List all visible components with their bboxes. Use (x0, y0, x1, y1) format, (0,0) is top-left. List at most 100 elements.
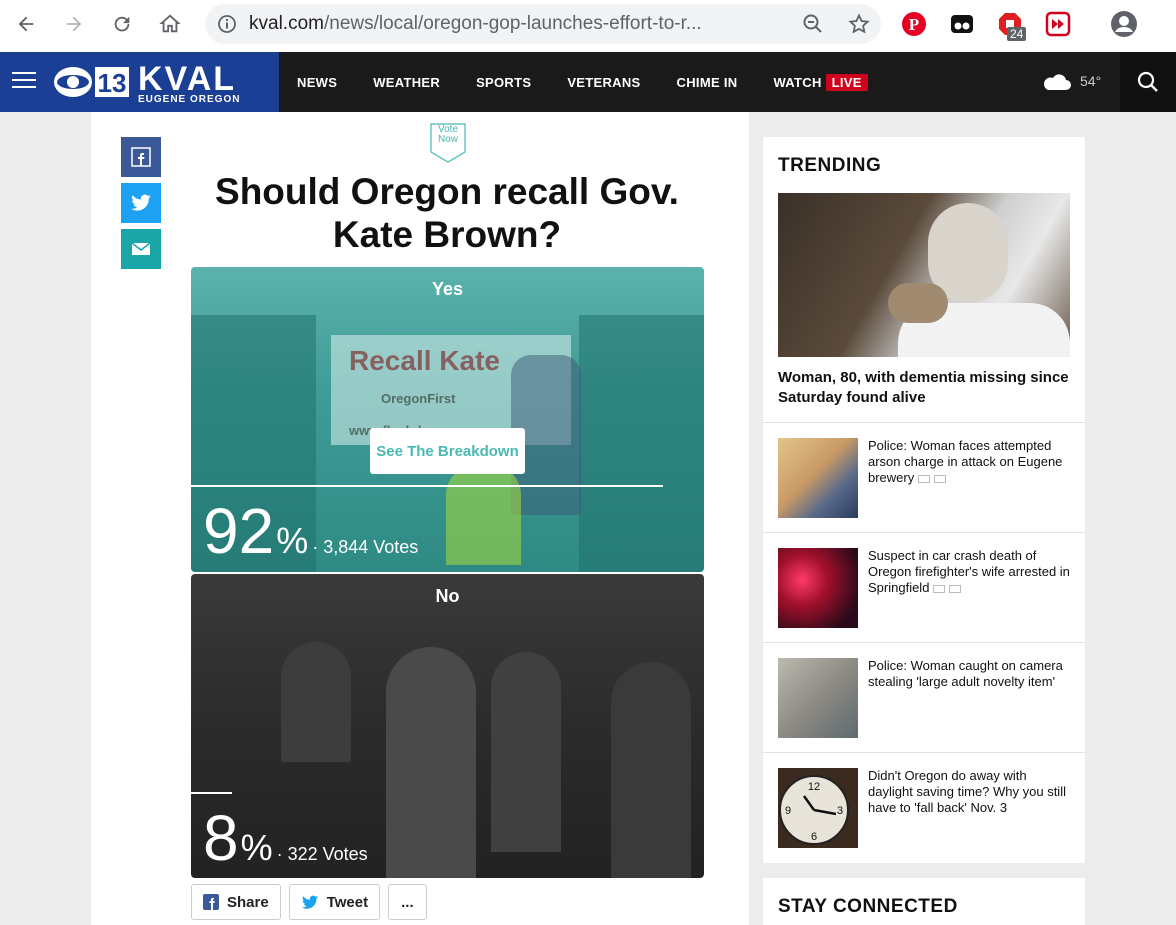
cloud-icon (1044, 74, 1071, 90)
poll-share-row: Share Tweet ... (191, 884, 427, 920)
forward-icon[interactable] (54, 4, 94, 44)
no-percent-sign: % (240, 827, 273, 868)
tweet-label: Tweet (326, 893, 369, 911)
main-nav: NEWS WEATHER SPORTS VETERANS CHIME IN WA… (297, 52, 868, 112)
site-header: 13 KVAL EUGENE OREGON NEWS WEATHER SPORT… (0, 52, 1176, 112)
twitter-share-button[interactable] (121, 183, 161, 223)
trending-hero-image[interactable] (778, 193, 1070, 357)
trending-headline: Suspect in car crash death of Oregon fir… (868, 548, 1070, 596)
gallery-icon (949, 584, 962, 593)
site-search-button[interactable] (1120, 52, 1176, 112)
url-text: kval.com/news/local/oregon-gop-launches-… (249, 13, 769, 35)
poll-facebook-share-button[interactable]: Share (191, 884, 281, 920)
nav-watch[interactable]: WATCH LIVE (773, 73, 868, 91)
sign-line2: OregonFirst (381, 391, 456, 406)
facebook-share-button[interactable] (121, 137, 161, 177)
trending-thumbnail (778, 438, 858, 518)
option-label: Yes (431, 279, 464, 299)
clock-icon: 12 3 6 9 (779, 775, 849, 845)
vote-now-tag: Vote Now (429, 122, 467, 164)
stay-connected-title: STAY CONNECTED (778, 896, 958, 917)
yes-result: 92 % · 3,844 Votes (203, 499, 418, 563)
forward-extension-icon[interactable] (1044, 10, 1072, 38)
trending-item[interactable]: 12 3 6 9 Didn't Oregon do away with dayligh… (778, 768, 1070, 848)
trending-title: TRENDING (778, 155, 882, 176)
logo-text: KVAL (138, 60, 237, 98)
vote-tag-line2: Now (437, 134, 458, 145)
trending-headline-text: Suspect in car crash death of Oregon fir… (868, 548, 1070, 595)
twitter-icon (131, 194, 151, 211)
more-label: ... (401, 893, 414, 911)
trending-thumbnail: 12 3 6 9 (778, 768, 858, 848)
no-percent: 8 (203, 802, 239, 874)
site-info-icon[interactable] (205, 14, 249, 34)
pinterest-extension-icon[interactable]: P (900, 10, 928, 38)
stay-connected-panel: STAY CONNECTED (763, 878, 1085, 925)
trending-thumbnail (778, 548, 858, 628)
poll-title: Should Oregon recall Gov. Kate Brown? (215, 171, 679, 255)
bookmark-star-icon[interactable] (847, 12, 871, 41)
poll-more-button[interactable]: ... (388, 884, 427, 920)
video-icon (933, 584, 946, 593)
address-bar[interactable]: kval.com/news/local/oregon-gop-launches-… (205, 4, 881, 44)
home-icon[interactable] (150, 4, 190, 44)
nav-veterans[interactable]: VETERANS (567, 75, 640, 90)
svg-text:13: 13 (98, 68, 127, 98)
nav-sports[interactable]: SPORTS (476, 75, 531, 90)
url-host: kval.com (249, 13, 324, 34)
poll-tweet-button[interactable]: Tweet (288, 884, 381, 920)
poll-option-yes[interactable]: Yes Recall Kate OregonFirst www.flushdow… (191, 267, 704, 572)
trending-item[interactable]: Police: Woman faces attempted arson char… (778, 438, 1070, 518)
yes-progress-bar (191, 485, 663, 487)
nav-weather[interactable]: WEATHER (373, 75, 440, 90)
nav-chime-in[interactable]: CHIME IN (677, 75, 738, 90)
weather-widget[interactable]: 54° (1040, 70, 1101, 92)
svg-text:P: P (909, 15, 919, 34)
trending-hero-headline[interactable]: Woman, 80, with dementia missing since S… (778, 368, 1070, 408)
article-content: Vote Now Should Oregon recall Gov. Kate … (91, 112, 749, 925)
url-path: /news/local/oregon-gop-launches-effort-t… (323, 13, 702, 34)
hamburger-menu-icon[interactable] (12, 72, 36, 90)
svg-text:12: 12 (808, 781, 820, 793)
logo-area[interactable]: 13 KVAL EUGENE OREGON (0, 52, 279, 112)
trending-item[interactable]: Police: Woman caught on camera stealing … (778, 658, 1070, 738)
poll-option-no[interactable]: No 8 % · 322 Votes (191, 574, 704, 878)
yes-percent: 92 (203, 495, 275, 567)
share-label: Share (227, 893, 269, 911)
no-result: 8 % · 322 Votes (203, 806, 368, 870)
extension-badge: 24 (1007, 27, 1027, 41)
email-icon (131, 242, 151, 255)
twitter-icon (301, 895, 318, 909)
nav-watch-label: WATCH (773, 74, 822, 90)
search-icon (1137, 71, 1158, 92)
trending-headline: Didn't Oregon do away with daylight savi… (868, 768, 1066, 815)
live-badge: LIVE (825, 73, 868, 91)
see-breakdown-button[interactable]: See The Breakdown (370, 428, 525, 474)
video-icon (918, 474, 931, 483)
facebook-icon (203, 894, 219, 910)
trending-item[interactable]: Suspect in car crash death of Oregon fir… (778, 548, 1070, 628)
share-sidebar (121, 137, 161, 275)
nav-news[interactable]: NEWS (297, 75, 337, 90)
trending-headline-text: Police: Woman faces attempted arson char… (868, 438, 1063, 485)
cbs-logo-icon: 13 (54, 67, 129, 98)
tab-extension-icon[interactable] (948, 10, 976, 38)
gallery-icon (934, 474, 947, 483)
profile-avatar-icon[interactable] (1110, 10, 1138, 38)
svg-text:6: 6 (811, 831, 817, 843)
temperature: 54° (1080, 73, 1102, 89)
logo-subtitle: EUGENE OREGON (138, 94, 241, 105)
back-icon[interactable] (6, 4, 46, 44)
no-votes: · 322 Votes (276, 844, 368, 864)
trending-sidebar: TRENDING Woman, 80, with dementia missin… (763, 137, 1085, 863)
zoom-out-icon[interactable] (801, 12, 825, 41)
trending-thumbnail (778, 658, 858, 738)
svg-text:3: 3 (837, 805, 843, 817)
facebook-icon (131, 147, 151, 167)
email-share-button[interactable] (121, 229, 161, 269)
no-progress-bar (191, 792, 233, 794)
browser-toolbar: kval.com/news/local/oregon-gop-launches-… (0, 0, 1176, 52)
option-label: No (435, 586, 460, 606)
reload-icon[interactable] (102, 4, 142, 44)
svg-text:9: 9 (785, 805, 791, 817)
